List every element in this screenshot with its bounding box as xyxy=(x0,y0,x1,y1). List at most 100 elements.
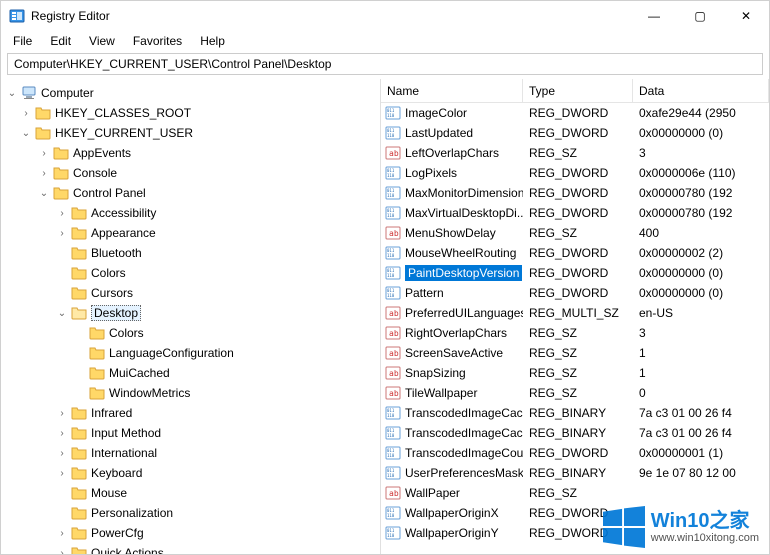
menu-edit[interactable]: Edit xyxy=(42,32,79,50)
chevron-right-icon[interactable]: › xyxy=(55,206,69,220)
tree-node[interactable]: ⌄Control Panel xyxy=(1,183,380,203)
tree-node[interactable]: ⌄Desktop xyxy=(1,303,380,323)
list-row[interactable]: 011110WallpaperOriginXREG_DWORD xyxy=(381,503,769,523)
col-name-header[interactable]: Name xyxy=(381,79,523,102)
tree-node[interactable]: LanguageConfiguration xyxy=(1,343,380,363)
tree-node[interactable]: ⌄HKEY_CURRENT_USER xyxy=(1,123,380,143)
tree-spacer xyxy=(73,346,87,360)
tree-node[interactable]: ›Keyboard xyxy=(1,463,380,483)
tree-node-label: Quick Actions xyxy=(91,546,164,554)
list-row[interactable]: abLeftOverlapCharsREG_SZ3 xyxy=(381,143,769,163)
value-data: 0x00000780 (192 xyxy=(633,206,769,220)
list-row[interactable]: 011110TranscodedImageCacheREG_BINARY7a c… xyxy=(381,403,769,423)
value-name: TranscodedImageCache xyxy=(405,406,523,420)
list-row[interactable]: abPreferredUILanguagesREG_MULTI_SZen-US xyxy=(381,303,769,323)
list-row[interactable]: abRightOverlapCharsREG_SZ3 xyxy=(381,323,769,343)
reg-string-icon: ab xyxy=(385,385,401,401)
tree-node[interactable]: ›HKEY_CLASSES_ROOT xyxy=(1,103,380,123)
tree-node[interactable]: Cursors xyxy=(1,283,380,303)
list-row[interactable]: abMenuShowDelayREG_SZ400 xyxy=(381,223,769,243)
value-name: SnapSizing xyxy=(405,366,466,380)
col-data-header[interactable]: Data xyxy=(633,79,769,102)
folder-icon xyxy=(71,245,87,261)
list-row[interactable]: abTileWallpaperREG_SZ0 xyxy=(381,383,769,403)
tree-node[interactable]: WindowMetrics xyxy=(1,383,380,403)
close-button[interactable]: ✕ xyxy=(723,1,769,31)
list-row[interactable]: 011110MaxVirtualDesktopDi...REG_DWORD0x0… xyxy=(381,203,769,223)
list-row[interactable]: 011110LogPixelsREG_DWORD0x0000006e (110) xyxy=(381,163,769,183)
chevron-right-icon[interactable]: › xyxy=(55,226,69,240)
value-name: RightOverlapChars xyxy=(405,326,507,340)
tree-node[interactable]: ›International xyxy=(1,443,380,463)
tree-node[interactable]: Colors xyxy=(1,323,380,343)
value-name: LeftOverlapChars xyxy=(405,146,499,160)
value-data: 7a c3 01 00 26 f4 xyxy=(633,426,769,440)
reg-string-icon: ab xyxy=(385,305,401,321)
list-row[interactable]: 011110MaxMonitorDimensionREG_DWORD0x0000… xyxy=(381,183,769,203)
window-controls: — ▢ ✕ xyxy=(631,1,769,31)
value-name: WallPaper xyxy=(405,486,460,500)
tree-pane[interactable]: ⌄Computer›HKEY_CLASSES_ROOT⌄HKEY_CURRENT… xyxy=(1,79,381,554)
chevron-right-icon[interactable]: › xyxy=(55,446,69,460)
value-type: REG_SZ xyxy=(523,346,633,360)
folder-icon xyxy=(71,485,87,501)
chevron-down-icon[interactable]: ⌄ xyxy=(55,306,69,320)
chevron-right-icon[interactable]: › xyxy=(55,466,69,480)
tree-node[interactable]: ›AppEvents xyxy=(1,143,380,163)
maximize-button[interactable]: ▢ xyxy=(677,1,723,31)
value-name: MouseWheelRouting xyxy=(405,246,516,260)
list-row[interactable]: abWallPaperREG_SZ xyxy=(381,483,769,503)
list-row[interactable]: abScreenSaveActiveREG_SZ1 xyxy=(381,343,769,363)
list-row[interactable]: 011110WallpaperOriginYREG_DWORD xyxy=(381,523,769,543)
tree-node[interactable]: ›Accessibility xyxy=(1,203,380,223)
chevron-right-icon[interactable]: › xyxy=(19,106,33,120)
list-row[interactable]: 011110TranscodedImageCac...REG_BINARY7a … xyxy=(381,423,769,443)
tree-node[interactable]: ›Console xyxy=(1,163,380,183)
menu-help[interactable]: Help xyxy=(192,32,233,50)
list-row[interactable]: abSnapSizingREG_SZ1 xyxy=(381,363,769,383)
list-row[interactable]: 011110LastUpdatedREG_DWORD0x00000000 (0) xyxy=(381,123,769,143)
list-pane[interactable]: Name Type Data 011110ImageColorREG_DWORD… xyxy=(381,79,769,554)
list-row[interactable]: 011110ImageColorREG_DWORD0xafe29e44 (295… xyxy=(381,103,769,123)
tree-node[interactable]: Colors xyxy=(1,263,380,283)
tree-node-label: Appearance xyxy=(91,226,156,240)
tree-node[interactable]: ⌄Computer xyxy=(1,83,380,103)
tree-node[interactable]: Personalization xyxy=(1,503,380,523)
chevron-down-icon[interactable]: ⌄ xyxy=(5,86,19,100)
menu-favorites[interactable]: Favorites xyxy=(125,32,190,50)
tree-node-label: Bluetooth xyxy=(91,246,142,260)
chevron-down-icon[interactable]: ⌄ xyxy=(19,126,33,140)
folder-icon xyxy=(35,125,51,141)
chevron-right-icon[interactable]: › xyxy=(55,546,69,554)
list-row[interactable]: 011110PaintDesktopVersionREG_DWORD0x0000… xyxy=(381,263,769,283)
chevron-down-icon[interactable]: ⌄ xyxy=(37,186,51,200)
address-bar[interactable]: Computer\HKEY_CURRENT_USER\Control Panel… xyxy=(7,53,763,75)
menu-view[interactable]: View xyxy=(81,32,123,50)
tree-node[interactable]: Bluetooth xyxy=(1,243,380,263)
chevron-right-icon[interactable]: › xyxy=(37,146,51,160)
svg-text:110: 110 xyxy=(387,453,395,458)
tree-node[interactable]: MuiCached xyxy=(1,363,380,383)
minimize-button[interactable]: — xyxy=(631,1,677,31)
value-type: REG_DWORD xyxy=(523,166,633,180)
value-data: 1 xyxy=(633,346,769,360)
chevron-right-icon[interactable]: › xyxy=(55,426,69,440)
chevron-right-icon[interactable]: › xyxy=(55,406,69,420)
tree-node[interactable]: Mouse xyxy=(1,483,380,503)
col-type-header[interactable]: Type xyxy=(523,79,633,102)
tree-node[interactable]: › Quick Actions xyxy=(1,543,380,554)
tree-node[interactable]: › Appearance xyxy=(1,223,380,243)
value-name: MaxVirtualDesktopDi... xyxy=(405,206,523,220)
list-row[interactable]: 011110PatternREG_DWORD0x00000000 (0) xyxy=(381,283,769,303)
value-name: PreferredUILanguages xyxy=(405,306,523,320)
tree-node[interactable]: ›Input Method xyxy=(1,423,380,443)
chevron-right-icon[interactable]: › xyxy=(55,526,69,540)
list-row[interactable]: 011110MouseWheelRoutingREG_DWORD0x000000… xyxy=(381,243,769,263)
chevron-right-icon[interactable]: › xyxy=(37,166,51,180)
reg-binary-icon: 011110 xyxy=(385,525,401,541)
menu-file[interactable]: File xyxy=(5,32,40,50)
tree-node[interactable]: ›Infrared xyxy=(1,403,380,423)
list-row[interactable]: 011110UserPreferencesMaskREG_BINARY9e 1e… xyxy=(381,463,769,483)
list-row[interactable]: 011110TranscodedImageCountREG_DWORD0x000… xyxy=(381,443,769,463)
tree-node[interactable]: ›PowerCfg xyxy=(1,523,380,543)
